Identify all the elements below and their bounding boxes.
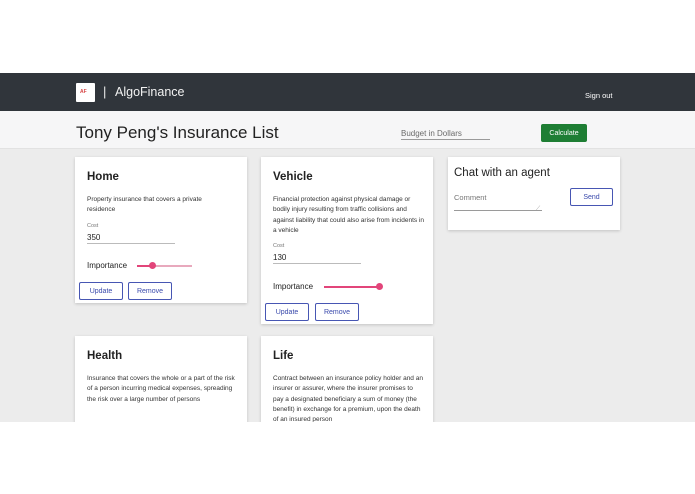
insurance-card-life: Life Contract between an insurance polic…: [261, 336, 433, 422]
remove-button[interactable]: Remove: [128, 282, 172, 300]
comment-input[interactable]: [454, 193, 542, 211]
insurance-card-home: Home Property insurance that covers a pr…: [75, 157, 247, 303]
slider-thumb[interactable]: [148, 262, 156, 269]
budget-input[interactable]: [401, 127, 490, 140]
card-description: Insurance that covers the whole or a par…: [87, 375, 235, 403]
update-button[interactable]: Update: [265, 303, 309, 321]
importance-slider[interactable]: [137, 261, 192, 271]
slider-fill: [324, 286, 379, 288]
card-title: Life: [273, 350, 294, 362]
cost-input[interactable]: [273, 252, 361, 264]
calculate-button[interactable]: Calculate: [541, 124, 587, 142]
insurance-card-health: Health Insurance that covers the whole o…: [75, 336, 247, 422]
importance-slider[interactable]: [324, 282, 383, 292]
brand-logo[interactable]: AF: [76, 83, 95, 102]
logo-text: AF: [80, 89, 87, 95]
update-button[interactable]: Update: [79, 282, 123, 300]
insurance-card-vehicle: Vehicle Financial protection against phy…: [261, 157, 433, 324]
card-description: Property insurance that covers a private…: [87, 196, 202, 214]
cost-input[interactable]: [87, 232, 175, 244]
card-title: Health: [87, 350, 123, 362]
card-description: Financial protection against physical da…: [273, 196, 425, 234]
sign-out-link[interactable]: Sign out: [585, 91, 613, 100]
cost-label: Cost: [87, 223, 99, 229]
app-frame: AF | AlgoFinance Sign out Tony Peng's In…: [0, 73, 695, 422]
importance-label: Importance: [87, 261, 128, 270]
importance-label: Importance: [273, 282, 314, 291]
card-title: Home: [87, 171, 119, 183]
brand-separator: |: [103, 84, 107, 99]
remove-button[interactable]: Remove: [315, 303, 359, 321]
chat-title: Chat with an agent: [454, 167, 550, 179]
slider-thumb[interactable]: [375, 283, 383, 290]
card-description: Contract between an insurance policy hol…: [273, 375, 423, 422]
resize-handle-icon[interactable]: ⟋: [536, 206, 540, 213]
cost-label: Cost: [273, 243, 285, 249]
page-title: Tony Peng's Insurance List: [76, 123, 279, 142]
card-title: Vehicle: [273, 171, 313, 183]
app-name[interactable]: AlgoFinance: [115, 85, 185, 99]
chat-panel: Chat with an agent ⟋ Send: [448, 157, 620, 230]
send-button[interactable]: Send: [570, 188, 613, 206]
top-navbar: AF | AlgoFinance Sign out: [0, 73, 695, 111]
